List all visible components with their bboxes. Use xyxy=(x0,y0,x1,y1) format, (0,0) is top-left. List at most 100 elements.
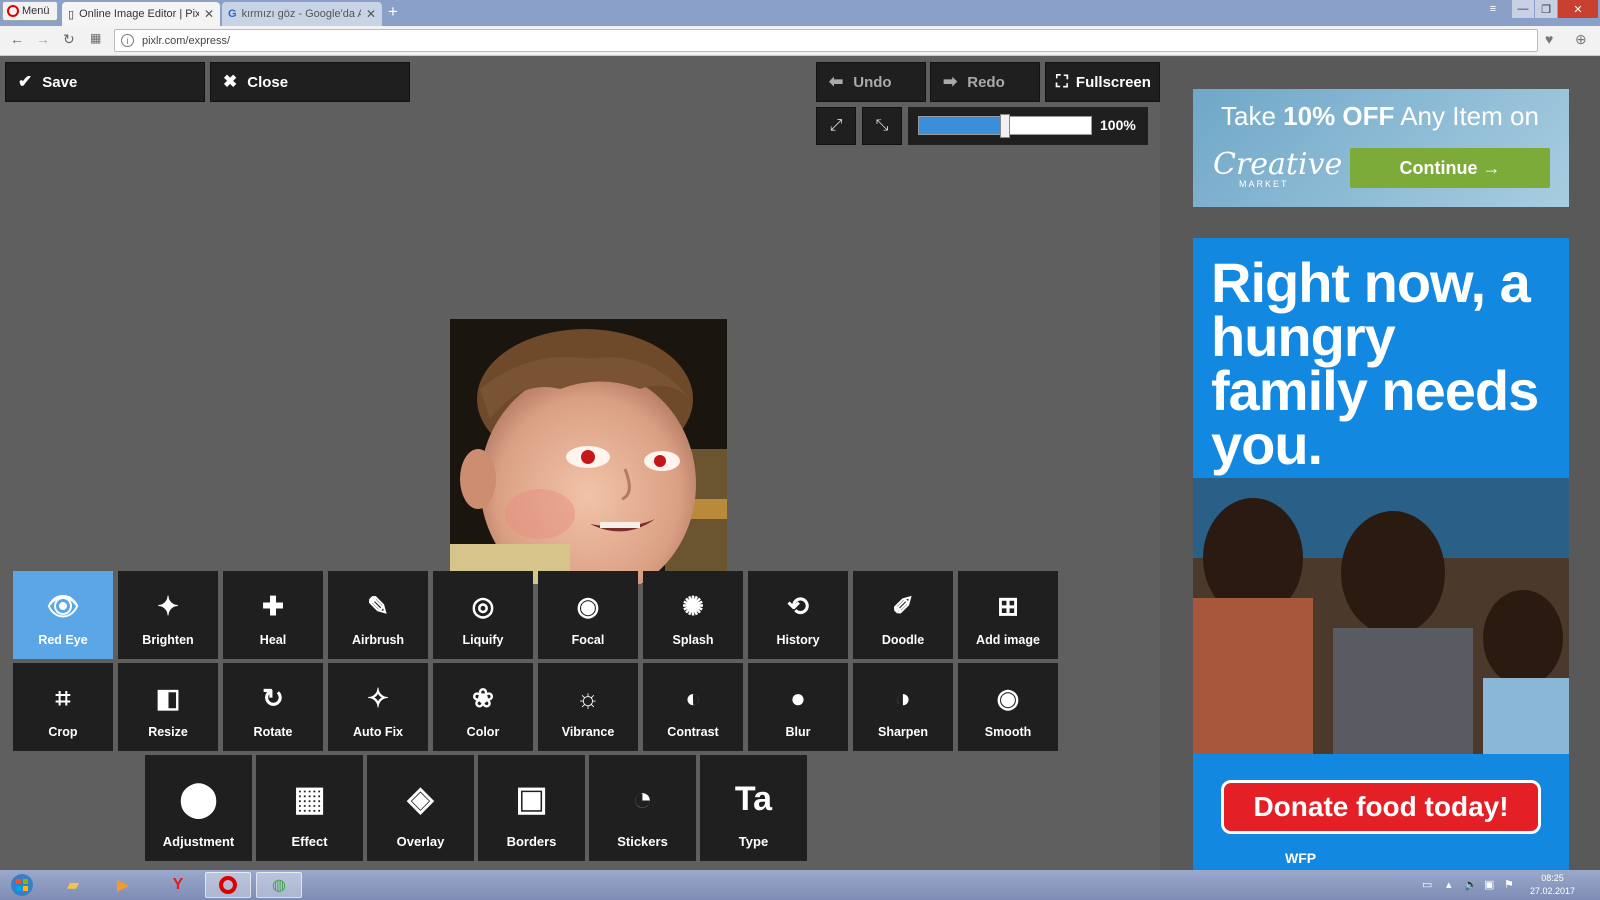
keyboard-icon[interactable]: ▭ xyxy=(1422,878,1432,891)
shrink-icon: ⤡ xyxy=(875,117,889,134)
heal-icon: ✚ xyxy=(262,591,284,621)
window-close-icon[interactable]: ✕ xyxy=(1558,0,1598,18)
fit-screen-button[interactable]: ⤡ xyxy=(862,107,902,145)
tool-heal-button[interactable]: ✚ Heal xyxy=(223,571,323,659)
yandex-icon[interactable]: Y xyxy=(155,872,201,898)
zoom-slider-track[interactable] xyxy=(918,114,1092,138)
tool-stickers-button[interactable]: ◔ Stickers xyxy=(589,755,696,861)
tool-color-button[interactable]: ❀ Color xyxy=(433,663,533,751)
smooth-icon: ◉ xyxy=(996,683,1020,713)
tool-effect-button[interactable]: ▦ Effect xyxy=(256,755,363,861)
fullscreen-button[interactable]: ⛶ Fullscreen xyxy=(1045,62,1160,102)
tool-label: Contrast xyxy=(667,725,719,739)
new-tab-button[interactable]: + xyxy=(388,3,398,21)
browser-tab-bar: Menü ▯ Online Image Editor | Pixlr ✕ G k… xyxy=(0,0,1600,26)
zoom-slider-handle[interactable] xyxy=(1000,114,1010,138)
family-photo xyxy=(1193,478,1569,754)
zoom-slider[interactable]: 100% xyxy=(908,107,1148,145)
tool-splash-button[interactable]: ✺ Splash xyxy=(643,571,743,659)
site-info-icon[interactable]: i xyxy=(121,34,134,47)
start-button[interactable] xyxy=(0,872,44,898)
tool-resize-button[interactable]: ◧ Resize xyxy=(118,663,218,751)
tab-pixlr[interactable]: ▯ Online Image Editor | Pixlr ✕ xyxy=(62,2,220,26)
tool-label: Airbrush xyxy=(351,633,405,647)
save-button[interactable]: ✔ Save xyxy=(5,62,205,102)
opera-taskbar-icon[interactable] xyxy=(205,872,251,898)
tool-sharpen-button[interactable]: ◑ Sharpen xyxy=(853,663,953,751)
windows-taskbar: ▰ ▶ Y ◍ ▭ ▴ 🔈 ▣ ⚑ 08:25 27.02.2017 xyxy=(0,870,1600,900)
minimize-icon[interactable]: — xyxy=(1512,0,1534,18)
tray-arrow-icon[interactable]: ▴ xyxy=(1446,878,1452,891)
tool-label: Blur xyxy=(785,725,811,739)
donate-food-button[interactable]: Donate food today! xyxy=(1221,780,1541,834)
tool-overlay-button[interactable]: ◈ Overlay xyxy=(367,755,474,861)
page-icon: ▯ xyxy=(68,8,75,21)
creative-market-ad[interactable]: Take 10% OFF Any Item on Creative MARKET… xyxy=(1193,89,1569,207)
tab-menu-icon[interactable]: ≡ xyxy=(1484,0,1502,18)
explorer-icon[interactable]: ▰ xyxy=(50,872,96,898)
tool-label: Stickers xyxy=(617,834,668,849)
tool-focal-button[interactable]: ◉ Focal xyxy=(538,571,638,659)
tool-label: Splash xyxy=(672,633,714,647)
globe-app-icon[interactable]: ◍ xyxy=(256,872,302,898)
tool-label: Vibrance xyxy=(561,725,615,739)
back-icon[interactable]: ← xyxy=(10,31,24,47)
continue-button[interactable]: Continue → xyxy=(1350,148,1550,188)
tool-brighten-button[interactable]: ✦ Brighten xyxy=(118,571,218,659)
tool-add-image-button[interactable]: ⊞ Add image xyxy=(958,571,1058,659)
borders-icon: ▣ xyxy=(515,780,548,818)
doodle-icon: ✐ xyxy=(892,591,914,621)
undo-button[interactable]: ⬅ Undo xyxy=(816,62,926,102)
opera-logo-icon xyxy=(7,5,19,17)
network-icon[interactable]: ▣ xyxy=(1484,878,1494,891)
tool-contrast-button[interactable]: ◐ Contrast xyxy=(643,663,743,751)
speed-dial-icon[interactable]: ▦ xyxy=(90,31,101,45)
download-icon[interactable]: ⊕ xyxy=(1575,31,1587,48)
actual-size-button[interactable]: ⤢ xyxy=(816,107,856,145)
overlay-icon: ◈ xyxy=(407,780,434,818)
date: 27.02.2017 xyxy=(1530,886,1576,896)
close-icon: ✖ xyxy=(223,72,238,91)
tool-blur-button[interactable]: ● Blur xyxy=(748,663,848,751)
tool-borders-button[interactable]: ▣ Borders xyxy=(478,755,585,861)
tool-adjustment-button[interactable]: ⬤ Adjustment xyxy=(145,755,252,861)
media-player-icon[interactable]: ▶ xyxy=(100,872,146,898)
redo-button[interactable]: ➡ Redo xyxy=(930,62,1040,102)
photo-canvas[interactable] xyxy=(450,319,727,584)
tool-red-eye-button[interactable]: 👁 Red Eye xyxy=(13,571,113,659)
flag-icon[interactable]: ⚑ xyxy=(1504,878,1514,891)
screen: { "browser": { "menu_label": "Menü", "ta… xyxy=(0,0,1600,900)
tool-crop-button[interactable]: ⌗ Crop xyxy=(13,663,113,751)
forward-icon[interactable]: → xyxy=(36,31,50,47)
tab-close-icon[interactable]: ✕ xyxy=(366,7,376,21)
tool-label: History xyxy=(776,633,820,647)
tool-auto-fix-button[interactable]: ✧ Auto Fix xyxy=(328,663,428,751)
tool-label: Adjustment xyxy=(162,834,235,849)
tool-liquify-button[interactable]: ◎ Liquify xyxy=(433,571,533,659)
tab-close-icon[interactable]: ✕ xyxy=(204,7,214,21)
expand-icon: ⤢ xyxy=(829,117,843,134)
tool-type-button[interactable]: Ta Type xyxy=(700,755,807,861)
tool-rotate-button[interactable]: ↻ Rotate xyxy=(223,663,323,751)
url-field[interactable]: i pixlr.com/express/ xyxy=(114,29,1538,52)
close-button[interactable]: ✖ Close xyxy=(210,62,410,102)
reload-icon[interactable]: ↻ xyxy=(63,31,75,48)
tool-smooth-button[interactable]: ◉ Smooth xyxy=(958,663,1058,751)
tool-airbrush-button[interactable]: ✎ Airbrush xyxy=(328,571,428,659)
tab-label: kırmızı göz - Google'da Ar xyxy=(241,8,361,20)
opera-menu-button[interactable]: Menü xyxy=(2,1,58,21)
tool-label: Sharpen xyxy=(877,725,928,739)
tool-doodle-button[interactable]: ✐ Doodle xyxy=(853,571,953,659)
maximize-icon[interactable]: ❐ xyxy=(1535,0,1557,18)
tool-label: Auto Fix xyxy=(353,725,403,739)
wfp-ad[interactable]: Right now, a hungry family needs you. Do… xyxy=(1193,238,1569,870)
clock[interactable]: 08:25 27.02.2017 xyxy=(1530,872,1575,898)
tab-google[interactable]: G kırmızı göz - Google'da Ar ✕ xyxy=(222,2,382,26)
editor-area: ✔ Save ✖ Close ⬅ Undo ➡ Redo ⛶ Fullscree… xyxy=(0,57,1160,870)
tool-history-button[interactable]: ⟲ History xyxy=(748,571,848,659)
check-icon: ✔ xyxy=(18,72,33,91)
volume-icon[interactable]: 🔈 xyxy=(1464,878,1478,891)
heart-icon[interactable]: ♥ xyxy=(1545,31,1553,47)
tool-vibrance-button[interactable]: ☼ Vibrance xyxy=(538,663,638,751)
address-bar: ← → ↻ ▦ i pixlr.com/express/ ♥ ⊕ xyxy=(0,26,1600,56)
